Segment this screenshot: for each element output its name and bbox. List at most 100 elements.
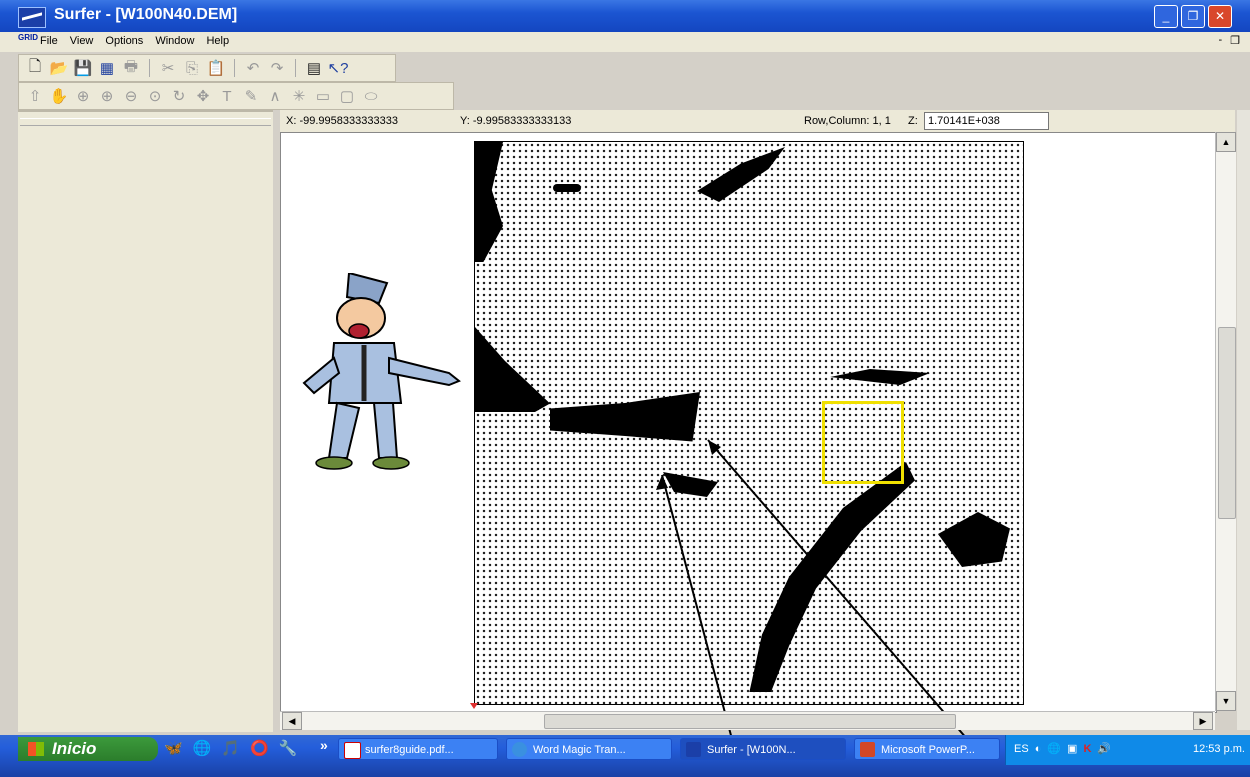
paste-icon[interactable]: 📋 bbox=[206, 58, 226, 78]
object-manager-panel bbox=[18, 110, 273, 732]
system-tray: ES ◐ 🌐 ▣ K 🔊 12:53 p.m. bbox=[1005, 735, 1250, 765]
y-coordinate: Y: -9.99583333333133 bbox=[460, 115, 572, 127]
zoom-fit-icon[interactable]: ⊙ bbox=[145, 86, 165, 106]
toolbar-divider bbox=[234, 59, 235, 77]
menu-window[interactable]: Window bbox=[155, 35, 194, 47]
menu-file[interactable]: File bbox=[40, 35, 58, 47]
window-controls: _ ❐ ✕ bbox=[1154, 5, 1232, 28]
language-indicator[interactable]: ES bbox=[1014, 743, 1029, 755]
menu-view[interactable]: View bbox=[70, 35, 94, 47]
toolbar-divider bbox=[149, 59, 150, 77]
quick-launch-more-icon[interactable]: » bbox=[320, 737, 328, 753]
menu-help[interactable]: Help bbox=[206, 35, 229, 47]
landmass bbox=[830, 369, 930, 385]
right-docked-toolbar bbox=[1237, 110, 1250, 730]
zoom-rect-icon[interactable]: ⊕ bbox=[73, 86, 93, 106]
open-folder-icon[interactable]: 📂 bbox=[49, 58, 69, 78]
landmass bbox=[475, 142, 503, 262]
surfer-icon bbox=[686, 742, 701, 757]
redo-icon[interactable]: ↷ bbox=[267, 58, 287, 78]
maximize-button[interactable]: ❐ bbox=[1181, 5, 1205, 28]
menu-options[interactable]: Options bbox=[105, 35, 143, 47]
panel-grip[interactable] bbox=[20, 118, 271, 126]
globe-tray-icon[interactable]: 🌐 bbox=[1047, 742, 1061, 755]
undo-icon[interactable]: ↶ bbox=[243, 58, 263, 78]
horizontal-scroll-thumb[interactable] bbox=[544, 714, 956, 729]
antivirus-icon[interactable]: K bbox=[1083, 743, 1091, 755]
pan-hand-icon[interactable]: ✋ bbox=[49, 86, 69, 106]
messenger-icon[interactable]: 🦋 bbox=[164, 739, 183, 757]
surfer-app-icon[interactable] bbox=[18, 7, 46, 28]
landmass bbox=[938, 512, 1010, 567]
plot-window[interactable] bbox=[280, 132, 1217, 713]
volume-icon[interactable]: 🔊 bbox=[1097, 742, 1111, 755]
browser-icon[interactable]: 🌐 bbox=[193, 739, 212, 757]
zoom-in-icon[interactable]: ⊕ bbox=[97, 86, 117, 106]
save-icon[interactable]: 💾 bbox=[73, 58, 93, 78]
clock[interactable]: 12:53 p.m. bbox=[1193, 743, 1245, 755]
draw-icon[interactable]: ✎ bbox=[241, 86, 261, 106]
rectangle-icon[interactable]: ▭ bbox=[313, 86, 333, 106]
vertical-scrollbar[interactable]: ▲ ▼ bbox=[1215, 132, 1236, 711]
landmass bbox=[553, 184, 581, 192]
move-icon[interactable]: ✥ bbox=[193, 86, 213, 106]
start-button[interactable]: Inicio bbox=[18, 737, 158, 761]
standard-toolbar: 🗋 📂 💾 ▦ 🖶 ✂ ⎘ 📋 ↶ ↷ ▤ ↖? bbox=[18, 54, 396, 82]
landmass bbox=[550, 392, 700, 442]
cartoon-officer-illustration bbox=[302, 273, 461, 470]
task-powerpoint[interactable]: Microsoft PowerP... bbox=[854, 738, 1000, 760]
doc-restore-button[interactable]: ❐ bbox=[1230, 34, 1240, 47]
app-icon[interactable]: 🔧 bbox=[279, 739, 298, 757]
toolbar-divider bbox=[295, 59, 296, 77]
scroll-left-icon[interactable]: ◀ bbox=[282, 712, 302, 730]
copy-icon[interactable]: ⎘ bbox=[182, 58, 202, 78]
rounded-rect-icon[interactable]: ▢ bbox=[337, 86, 357, 106]
close-button[interactable]: ✕ bbox=[1208, 5, 1232, 28]
zoom-out-icon[interactable]: ⊖ bbox=[121, 86, 141, 106]
title-bar: Surfer - [W100N40.DEM] _ ❐ ✕ bbox=[0, 0, 1250, 32]
pdf-icon bbox=[344, 742, 361, 759]
x-coordinate: X: -99.9958333333333 bbox=[286, 115, 398, 127]
minimize-button[interactable]: _ bbox=[1154, 5, 1178, 28]
symbol-icon[interactable]: ✳ bbox=[289, 86, 309, 106]
scroll-down-icon[interactable]: ▼ bbox=[1216, 691, 1236, 711]
grid-icon[interactable]: ▦ bbox=[97, 58, 117, 78]
landmass bbox=[475, 327, 550, 412]
text-tool-icon[interactable]: T bbox=[217, 86, 237, 106]
grid-doc-icon[interactable]: GRID bbox=[18, 34, 38, 49]
media-icon[interactable]: 🎵 bbox=[221, 739, 240, 757]
task-pdf[interactable]: surfer8guide.pdf... bbox=[338, 738, 498, 760]
dem-grid-map[interactable] bbox=[474, 141, 1024, 705]
z-label: Z: bbox=[908, 115, 918, 127]
display-icon[interactable]: ▣ bbox=[1067, 742, 1077, 755]
print-icon[interactable]: 🖶 bbox=[121, 58, 141, 78]
window-title: Surfer - [W100N40.DEM] bbox=[54, 6, 238, 23]
chrome-icon[interactable]: ⭕ bbox=[250, 739, 269, 757]
quick-launch: 🦋 🌐 🎵 ⭕ 🔧 bbox=[164, 739, 297, 757]
z-value-field[interactable]: 1.70141E+038 bbox=[924, 112, 1049, 130]
powerpoint-icon bbox=[860, 742, 875, 757]
select-arrow-icon[interactable]: ⇧ bbox=[25, 86, 45, 106]
doc-minimize-button[interactable]: - bbox=[1218, 34, 1222, 47]
scroll-up-icon[interactable]: ▲ bbox=[1216, 132, 1236, 152]
task-word-magic[interactable]: Word Magic Tran... bbox=[506, 738, 672, 760]
ellipse-icon[interactable]: ⬭ bbox=[361, 86, 381, 106]
vertical-scroll-thumb[interactable] bbox=[1218, 327, 1236, 519]
landmass bbox=[663, 472, 718, 497]
menu-bar: GRID File View Options Window Help - ❐ bbox=[0, 32, 1250, 52]
context-help-icon[interactable]: ↖? bbox=[328, 58, 349, 78]
taskbar: Inicio 🦋 🌐 🎵 ⭕ 🔧 » surfer8guide.pdf... W… bbox=[0, 735, 1250, 777]
network-icon[interactable]: ◐ bbox=[1035, 743, 1042, 755]
cut-icon[interactable]: ✂ bbox=[158, 58, 178, 78]
rotate-icon[interactable]: ↻ bbox=[169, 86, 189, 106]
drawing-toolbar: ⇧ ✋ ⊕ ⊕ ⊖ ⊙ ↻ ✥ T ✎ ∧ ✳ ▭ ▢ ⬭ bbox=[18, 82, 454, 110]
horizontal-scrollbar[interactable]: ◀ ▶ bbox=[280, 711, 1215, 730]
landmass bbox=[697, 147, 785, 202]
polyline-icon[interactable]: ∧ bbox=[265, 86, 285, 106]
object-manager-icon[interactable]: ▤ bbox=[304, 58, 324, 78]
scroll-right-icon[interactable]: ▶ bbox=[1193, 712, 1213, 730]
landmass bbox=[749, 462, 915, 692]
selection-box[interactable] bbox=[822, 401, 904, 484]
new-doc-icon[interactable]: 🗋 bbox=[25, 58, 45, 78]
task-surfer[interactable]: Surfer - [W100N... bbox=[680, 738, 846, 760]
